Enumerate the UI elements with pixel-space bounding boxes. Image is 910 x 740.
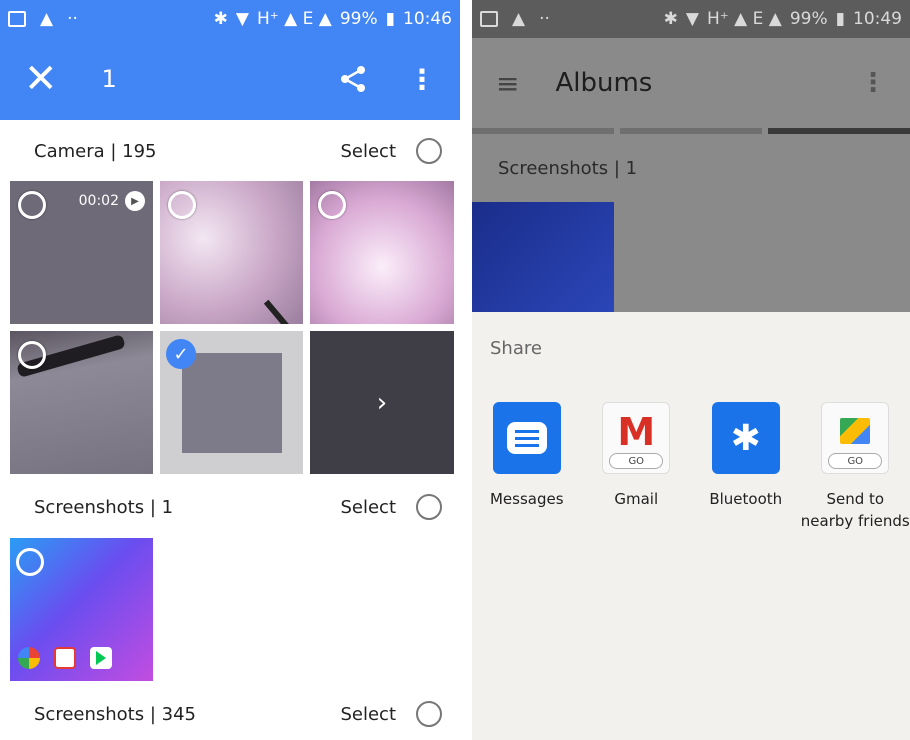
- bluetooth-icon: ✱: [711, 402, 780, 474]
- wifi-icon: ▼: [235, 9, 249, 29]
- gmail-icon: M GO: [602, 402, 671, 474]
- wifi-icon: ▼: [685, 9, 699, 29]
- select-label[interactable]: Select: [340, 141, 396, 162]
- album-thumbnail[interactable]: [472, 202, 614, 312]
- close-icon[interactable]: ✕: [24, 59, 58, 99]
- section-header-screenshots-2: Screenshots | 345 Select: [34, 701, 442, 727]
- camera-grid: 00:02 ▶ ✓ ›: [10, 181, 454, 474]
- select-label[interactable]: Select: [340, 704, 396, 725]
- chrome-icon: [18, 647, 40, 669]
- selected-count: 1: [101, 65, 117, 93]
- play-icon: ▶: [125, 191, 145, 211]
- warning-icon: ▲: [40, 9, 54, 29]
- dots-icon: ··: [539, 9, 550, 29]
- photo-tile[interactable]: [160, 181, 303, 324]
- bluetooth-status-icon: ✱: [213, 9, 228, 29]
- gallery-selection-screen: ▲ ·· ✱ ▼ H⁺ ▲ E ▲ 99% ▮ 10:46 ✕ 1 ⋮ Came…: [0, 0, 460, 740]
- tab-indicator: [472, 128, 910, 134]
- share-target-files-go[interactable]: GO Send to nearby friends: [801, 402, 910, 532]
- section-title: Camera | 195: [34, 140, 157, 162]
- share-target-messages[interactable]: Messages: [472, 402, 582, 532]
- youtube-icon: [54, 647, 76, 669]
- select-all-radio[interactable]: [416, 494, 442, 520]
- app-label: Gmail: [614, 490, 659, 508]
- clock: 10:49: [853, 9, 902, 29]
- image-notification-icon: [480, 11, 498, 27]
- app-label: Send to nearby friends: [800, 490, 910, 530]
- status-bar: ▲ ·· ✱ ▼ H⁺ ▲ E ▲ 99% ▮ 10:49: [472, 0, 910, 38]
- share-sheet-screen: ▲ ·· ✱ ▼ H⁺ ▲ E ▲ 99% ▮ 10:49 ≡ Albums ⋮…: [472, 0, 910, 740]
- video-duration: 00:02: [78, 193, 119, 209]
- go-badge: GO: [828, 453, 883, 469]
- selection-circle[interactable]: [318, 191, 346, 219]
- share-sheet: Share Messages M GO Gmail ✱ Bluetooth GO…: [472, 312, 910, 740]
- selection-circle[interactable]: [168, 191, 196, 219]
- more-options-icon[interactable]: ⋮: [860, 68, 886, 98]
- battery-level: 99%: [789, 9, 828, 29]
- section-header-screenshots: Screenshots | 1 Select: [34, 494, 442, 520]
- dots-icon: ··: [67, 9, 78, 29]
- section-header-camera: Camera | 195 Select: [34, 138, 442, 164]
- share-target-gmail[interactable]: M GO Gmail: [582, 402, 692, 532]
- status-bar: ▲ ·· ✱ ▼ H⁺ ▲ E ▲ 99% ▮ 10:46: [0, 0, 460, 38]
- checkmark-icon[interactable]: ✓: [166, 339, 196, 369]
- section-title: Screenshots | 1: [34, 496, 174, 518]
- page-title: Albums: [555, 68, 653, 98]
- image-notification-icon: [8, 11, 26, 27]
- section-title: Screenshots | 345: [34, 703, 196, 725]
- photo-tile-selected[interactable]: ✓: [160, 331, 303, 474]
- play-store-icon: [90, 647, 112, 669]
- battery-icon: ▮: [385, 9, 395, 29]
- bluetooth-status-icon: ✱: [663, 9, 678, 29]
- more-options-icon[interactable]: ⋮: [408, 63, 436, 96]
- share-title: Share: [490, 338, 542, 359]
- clock: 10:46: [403, 9, 452, 29]
- share-app-list: Messages M GO Gmail ✱ Bluetooth GO Send …: [472, 402, 910, 532]
- battery-icon: ▮: [835, 9, 845, 29]
- more-photos-tile[interactable]: ›: [310, 331, 454, 474]
- network-indicator: H⁺ ▲ E ▲: [256, 9, 332, 29]
- photo-tile[interactable]: 00:02 ▶: [10, 181, 153, 324]
- menu-icon[interactable]: ≡: [496, 67, 519, 100]
- battery-level: 99%: [339, 9, 378, 29]
- photo-tile[interactable]: [10, 331, 153, 474]
- select-label[interactable]: Select: [340, 497, 396, 518]
- selection-circle[interactable]: [18, 191, 46, 219]
- album-section-title: Screenshots | 1: [498, 158, 638, 179]
- albums-toolbar: ≡ Albums ⋮: [472, 38, 910, 128]
- warning-icon: ▲: [512, 9, 526, 29]
- selection-toolbar: ✕ 1 ⋮: [0, 38, 460, 120]
- photo-tile[interactable]: [310, 181, 454, 324]
- screenshot-tile[interactable]: [10, 538, 153, 681]
- selection-circle[interactable]: [18, 341, 46, 369]
- chevron-right-icon: ›: [376, 387, 388, 418]
- app-label: Bluetooth: [709, 490, 783, 508]
- select-all-radio[interactable]: [416, 701, 442, 727]
- app-label: Messages: [489, 490, 564, 508]
- go-badge: GO: [609, 453, 664, 469]
- messages-icon: [492, 402, 561, 474]
- files-go-icon: GO: [821, 402, 890, 474]
- network-indicator: H⁺ ▲ E ▲: [706, 9, 782, 29]
- share-icon[interactable]: [338, 64, 368, 94]
- share-target-bluetooth[interactable]: ✱ Bluetooth: [691, 402, 801, 532]
- select-all-radio[interactable]: [416, 138, 442, 164]
- selection-circle[interactable]: [16, 548, 44, 576]
